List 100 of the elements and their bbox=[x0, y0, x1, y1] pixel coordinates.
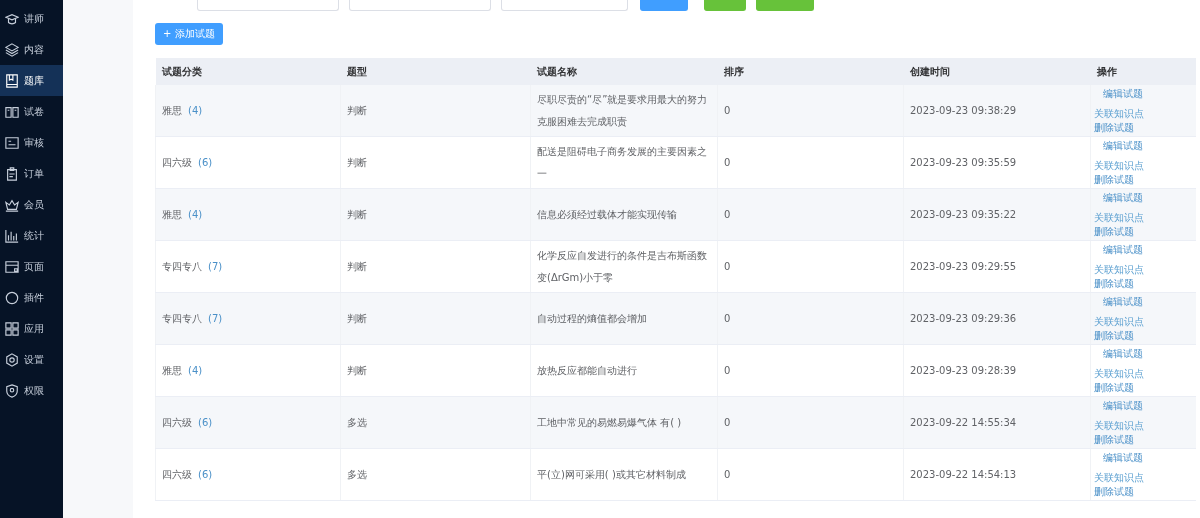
delete-link[interactable]: 删除试题 bbox=[1094, 225, 1134, 237]
created-time: 2023-09-22 14:54:13 bbox=[910, 469, 1017, 480]
dropdown-field[interactable] bbox=[349, 0, 491, 11]
settings-icon bbox=[5, 352, 19, 367]
question-count: (6) bbox=[198, 416, 213, 428]
edit-link[interactable]: 编辑试题 bbox=[1103, 191, 1143, 203]
question-count: (4) bbox=[188, 364, 203, 376]
question-type: 多选 bbox=[347, 468, 367, 480]
category-name: 雅思 bbox=[162, 104, 182, 116]
sort-order: 0 bbox=[724, 469, 731, 480]
sort-order: 0 bbox=[724, 209, 731, 220]
column-header: 试题名称 bbox=[530, 58, 718, 85]
sort-order: 0 bbox=[724, 417, 731, 428]
sidebar-item[interactable]: 统计 bbox=[0, 220, 63, 251]
book-icon bbox=[5, 73, 19, 88]
question-type: 判断 bbox=[347, 156, 367, 168]
question-type: 判断 bbox=[347, 104, 367, 116]
sort-order: 0 bbox=[724, 105, 731, 116]
graduation-cap-icon bbox=[5, 11, 19, 26]
sort-order: 0 bbox=[724, 365, 731, 376]
column-header: 试题分类 bbox=[155, 58, 341, 85]
edit-link[interactable]: 编辑试题 bbox=[1103, 347, 1143, 359]
question-count: (6) bbox=[198, 156, 213, 168]
sidebar-item[interactable]: 题库 bbox=[0, 65, 63, 96]
created-time: 2023-09-22 14:55:34 bbox=[910, 417, 1017, 428]
question-title: 化学反应自发进行的条件是吉布斯函数变(ΔrGm)小于零 bbox=[537, 248, 708, 285]
category-name: 雅思 bbox=[162, 364, 182, 376]
sidebar-item[interactable]: 审核 bbox=[0, 127, 63, 158]
import-button[interactable] bbox=[756, 0, 814, 11]
created-time: 2023-09-23 09:29:36 bbox=[910, 313, 1017, 324]
sidebar-item[interactable]: 会员 bbox=[0, 189, 63, 220]
link-knowledge-link[interactable]: 关联知识点 bbox=[1094, 315, 1144, 327]
question-count: (7) bbox=[208, 260, 223, 272]
question-title: 工地中常见的易燃易爆气体 有( ) bbox=[537, 415, 683, 430]
created-time: 2023-09-23 09:28:39 bbox=[910, 365, 1017, 376]
sidebar-item[interactable]: 插件 bbox=[0, 282, 63, 313]
question-type: 判断 bbox=[347, 260, 367, 272]
edit-link[interactable]: 编辑试题 bbox=[1103, 243, 1143, 255]
link-knowledge-link[interactable]: 关联知识点 bbox=[1094, 367, 1144, 379]
question-count: (4) bbox=[188, 208, 203, 220]
clipboard-icon bbox=[5, 166, 19, 181]
edit-link[interactable]: 编辑试题 bbox=[1103, 295, 1143, 307]
delete-link[interactable]: 删除试题 bbox=[1094, 381, 1134, 393]
delete-link[interactable]: 删除试题 bbox=[1094, 433, 1134, 445]
bar-chart-icon bbox=[5, 228, 19, 243]
sidebar-item[interactable]: 订单 bbox=[0, 158, 63, 189]
sidebar-item[interactable]: 试卷 bbox=[0, 96, 63, 127]
question-title: 配送是阻碍电子商务发展的主要因素之一 bbox=[537, 144, 708, 181]
sidebar-item[interactable]: 页面 bbox=[0, 251, 63, 282]
open-book-icon bbox=[5, 104, 19, 119]
link-knowledge-link[interactable]: 关联知识点 bbox=[1094, 211, 1144, 223]
ring-icon bbox=[5, 290, 19, 305]
column-header: 排序 bbox=[717, 58, 904, 85]
delete-link[interactable]: 删除试题 bbox=[1094, 173, 1134, 185]
link-knowledge-link[interactable]: 关联知识点 bbox=[1094, 471, 1144, 483]
edit-link[interactable]: 编辑试题 bbox=[1103, 139, 1143, 151]
column-header: 创建时间 bbox=[903, 58, 1091, 85]
category-name: 四六级 bbox=[162, 468, 192, 480]
question-count: (7) bbox=[208, 312, 223, 324]
card-icon bbox=[5, 135, 19, 150]
created-time: 2023-09-23 09:35:22 bbox=[910, 209, 1017, 220]
question-count: (6) bbox=[198, 468, 213, 480]
edit-link[interactable]: 编辑试题 bbox=[1103, 87, 1143, 99]
crown-icon bbox=[5, 197, 19, 212]
delete-link[interactable]: 删除试题 bbox=[1094, 277, 1134, 289]
layers-icon bbox=[5, 42, 19, 57]
question-type: 判断 bbox=[347, 312, 367, 324]
delete-link[interactable]: 删除试题 bbox=[1094, 485, 1134, 497]
sort-order: 0 bbox=[724, 261, 731, 272]
edit-link[interactable]: 编辑试题 bbox=[1103, 451, 1143, 463]
sidebar-item[interactable]: 内容 bbox=[0, 34, 63, 65]
grid-icon bbox=[5, 321, 19, 336]
question-title: 自动过程的熵值都会增加 bbox=[537, 311, 648, 326]
search-field[interactable] bbox=[501, 0, 628, 11]
export-button[interactable] bbox=[704, 0, 746, 11]
question-title: 信息必须经过载体才能实现传输 bbox=[537, 207, 678, 222]
edit-link[interactable]: 编辑试题 bbox=[1103, 399, 1143, 411]
sidebar-item[interactable]: 讲师 bbox=[0, 3, 63, 34]
question-type: 多选 bbox=[347, 416, 367, 428]
question-title: 尽职尽责的“尽”就是要求用最大的努力克服困难去完成职责 bbox=[537, 92, 709, 129]
link-knowledge-link[interactable]: 关联知识点 bbox=[1094, 263, 1144, 275]
link-knowledge-link[interactable]: 关联知识点 bbox=[1094, 159, 1144, 171]
sidebar-item[interactable]: 应用 bbox=[0, 313, 63, 344]
created-time: 2023-09-23 09:35:59 bbox=[910, 157, 1017, 168]
sidebar-item[interactable]: 权限 bbox=[0, 375, 63, 406]
link-knowledge-link[interactable]: 关联知识点 bbox=[1094, 419, 1144, 431]
question-title: 放热反应都能自动进行 bbox=[537, 363, 638, 378]
add-question-button[interactable]: + 添加试题 bbox=[155, 23, 223, 45]
question-title: 平(立)网可采用( )或其它材料制成 bbox=[537, 467, 687, 482]
delete-link[interactable]: 删除试题 bbox=[1094, 121, 1134, 133]
column-header: 题型 bbox=[340, 58, 531, 85]
category-name: 四六级 bbox=[162, 416, 192, 428]
dropdown-field[interactable] bbox=[197, 0, 339, 11]
category-name: 四六级 bbox=[162, 156, 192, 168]
shield-icon bbox=[5, 383, 19, 398]
link-knowledge-link[interactable]: 关联知识点 bbox=[1094, 107, 1144, 119]
delete-link[interactable]: 删除试题 bbox=[1094, 329, 1134, 341]
category-name: 雅思 bbox=[162, 208, 182, 220]
search-button[interactable] bbox=[640, 0, 688, 11]
sidebar-item[interactable]: 设置 bbox=[0, 344, 63, 375]
